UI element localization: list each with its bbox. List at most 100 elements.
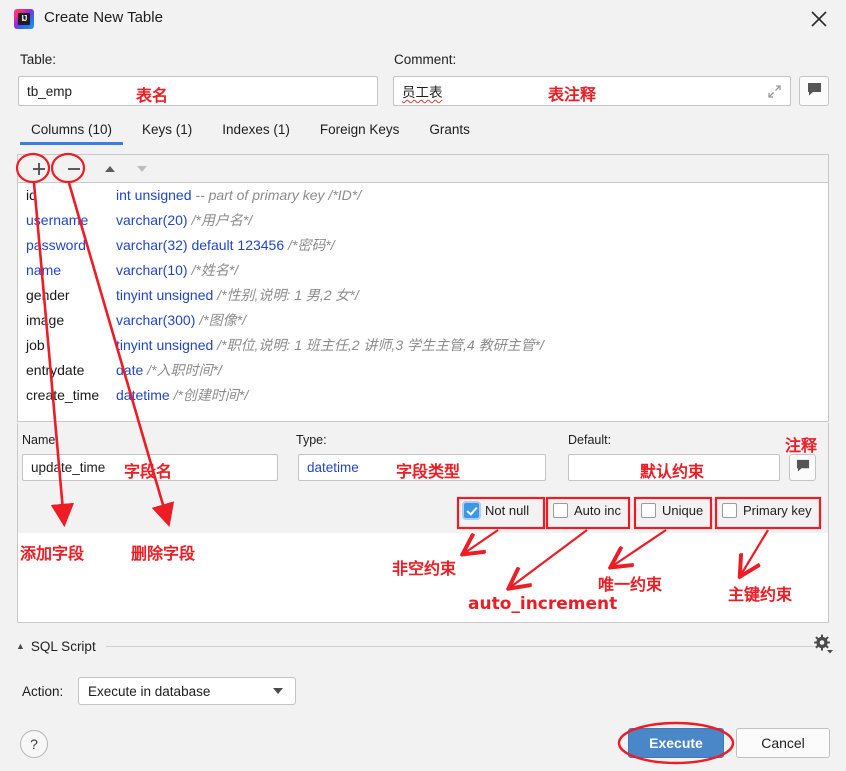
field-default-input[interactable] (568, 454, 780, 481)
column-row[interactable]: passwordvarchar(32) default 123456 /*密码*… (18, 233, 828, 258)
table-comment-button[interactable] (799, 76, 829, 106)
columns-list[interactable]: idint unsigned -- part of primary key /*… (17, 182, 829, 422)
checkbox-label-not-null: Not null (485, 503, 529, 518)
field-comment-button[interactable] (789, 454, 816, 481)
window-title: Create New Table (44, 9, 163, 26)
create-new-table-dialog: IJ Create New Table Table: tb_emp Commen… (0, 0, 846, 771)
column-row[interactable]: gendertinyint unsigned /*性别,说明: 1 男,2 女*… (18, 283, 828, 308)
plus-icon[interactable] (26, 157, 52, 181)
expand-icon[interactable] (767, 84, 782, 102)
comment-bubble-icon (807, 82, 822, 101)
column-row[interactable]: jobtinyint unsigned /*职位,说明: 1 班主任,2 讲师,… (18, 333, 828, 358)
checkbox-unique[interactable]: Unique (641, 503, 703, 518)
column-row[interactable]: namevarchar(10) /*姓名*/ (18, 258, 828, 283)
action-select-value: Execute in database (88, 684, 210, 699)
column-type: tinyint unsigned (116, 287, 213, 303)
table-comment-input[interactable]: 员工表 (393, 76, 791, 106)
field-default-label: Default: (568, 433, 611, 447)
column-name: gender (26, 283, 116, 308)
column-comment: /*创建时间*/ (170, 387, 249, 403)
column-name: name (26, 258, 116, 283)
field-type-input[interactable]: datetime (298, 454, 546, 481)
field-name-input[interactable]: update_time (22, 454, 278, 481)
column-name: password (26, 233, 116, 258)
title-bar: IJ Create New Table (0, 0, 846, 38)
tab-columns[interactable]: Columns (10) (16, 120, 127, 145)
column-type: datetime (116, 387, 170, 403)
field-name-value: update_time (31, 460, 105, 475)
intellij-idea-icon: IJ (14, 9, 34, 29)
field-name-label: Name: (22, 433, 59, 447)
arrow-down-icon (129, 157, 155, 181)
column-name: id (26, 183, 116, 208)
column-type: varchar(20) (116, 212, 188, 228)
column-extra: -- part of primary key (192, 187, 325, 203)
checkbox-box-unique (641, 503, 656, 518)
column-type: varchar(300) (116, 312, 195, 328)
column-comment: /*ID*/ (325, 187, 362, 203)
table-name-input[interactable]: tb_emp (18, 76, 378, 106)
table-comment-value: 员工表 (402, 81, 443, 101)
table-label: Table: (20, 52, 56, 67)
column-type: varchar(32) (116, 237, 188, 253)
close-icon[interactable] (808, 8, 830, 30)
tab-keys[interactable]: Keys (1) (127, 120, 207, 145)
checkbox-primary-key[interactable]: Primary key (722, 503, 812, 518)
column-row[interactable]: idint unsigned -- part of primary key /*… (18, 183, 828, 208)
column-row[interactable]: create_timedatetime /*创建时间*/ (18, 383, 828, 408)
arrow-up-icon[interactable] (97, 157, 123, 181)
columns-toolbar (17, 154, 829, 182)
column-row[interactable]: imagevarchar(300) /*图像*/ (18, 308, 828, 333)
tab-bar: Columns (10) Keys (1) Indexes (1) Foreig… (16, 120, 485, 150)
column-comment: /*性别,说明: 1 男,2 女*/ (213, 287, 358, 303)
comment-bubble-icon (796, 459, 810, 477)
gear-icon[interactable] (812, 633, 834, 655)
checkbox-label-auto-inc: Auto inc (574, 503, 621, 518)
column-name: entrydate (26, 358, 116, 383)
field-type-label: Type: (296, 433, 327, 447)
checkbox-box-auto-inc (553, 503, 568, 518)
column-name: create_time (26, 383, 116, 408)
column-name: image (26, 308, 116, 333)
column-comment: /*姓名*/ (188, 262, 239, 278)
column-editor (17, 423, 829, 623)
tab-foreign-keys[interactable]: Foreign Keys (305, 120, 415, 145)
minus-icon[interactable] (61, 157, 87, 181)
editor-whitespace (18, 533, 828, 622)
checkbox-label-unique: Unique (662, 503, 703, 518)
sql-script-title: SQL Script (31, 639, 96, 654)
column-type: tinyint unsigned (116, 337, 213, 353)
tab-grants[interactable]: Grants (414, 120, 485, 145)
column-type: int unsigned (116, 187, 192, 203)
column-comment: /*密码*/ (284, 237, 335, 253)
section-divider (106, 646, 822, 647)
execute-button[interactable]: Execute (628, 728, 724, 758)
column-type: varchar(10) (116, 262, 188, 278)
action-label: Action: (22, 684, 63, 699)
column-row[interactable]: entrydatedate /*入职时间*/ (18, 358, 828, 383)
column-extra: default 123456 (188, 237, 285, 253)
column-name: job (26, 333, 116, 358)
column-name: username (26, 208, 116, 233)
tab-indexes[interactable]: Indexes (1) (207, 120, 305, 145)
table-name-value: tb_emp (27, 84, 72, 99)
cancel-button[interactable]: Cancel (736, 728, 830, 758)
column-comment: /*职位,说明: 1 班主任,2 讲师,3 学生主管,4 教研主管*/ (213, 337, 544, 353)
sql-script-section-header[interactable]: ▲ SQL Script (16, 636, 830, 656)
checkbox-box-primary-key (722, 503, 737, 518)
checkbox-auto-inc[interactable]: Auto inc (553, 503, 621, 518)
action-select[interactable]: Execute in database (78, 677, 296, 705)
field-type-value: datetime (307, 460, 359, 475)
column-comment: /*图像*/ (195, 312, 246, 328)
checkbox-box-not-null (464, 503, 479, 518)
triangle-up-icon: ▲ (16, 642, 25, 651)
column-type: date (116, 362, 143, 378)
checkbox-not-null[interactable]: Not null (464, 503, 529, 518)
comment-label: Comment: (394, 52, 456, 67)
column-row[interactable]: usernamevarchar(20) /*用户名*/ (18, 208, 828, 233)
chevron-down-icon (273, 688, 283, 694)
column-comment: /*用户名*/ (188, 212, 253, 228)
checkbox-label-primary-key: Primary key (743, 503, 812, 518)
help-button[interactable]: ? (20, 730, 48, 758)
column-comment: /*入职时间*/ (143, 362, 222, 378)
